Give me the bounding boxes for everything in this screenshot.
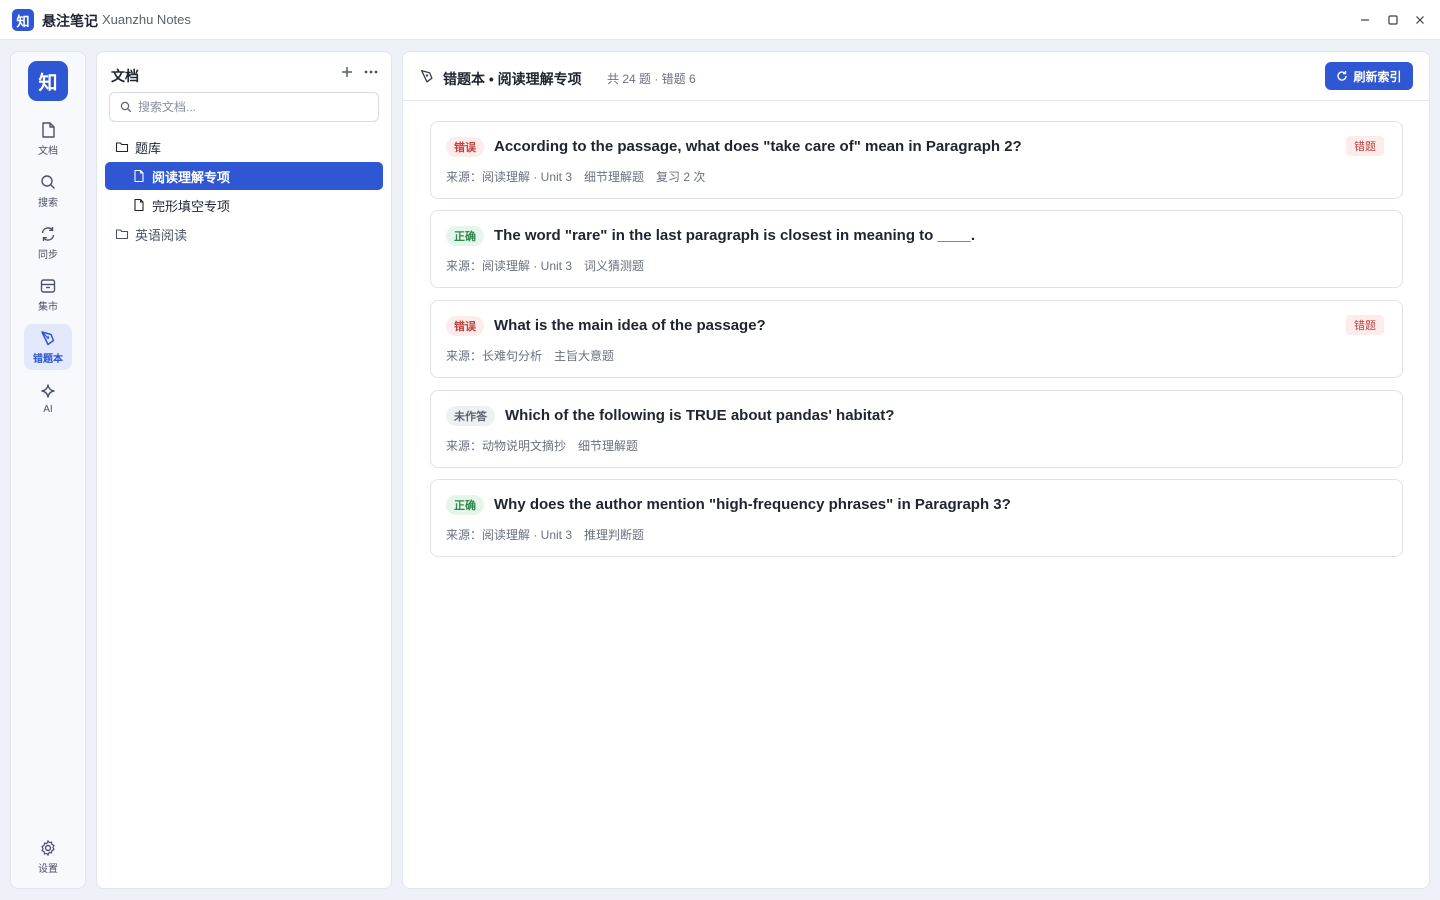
page-title: 错题本 • 阅读理解专项 bbox=[443, 71, 582, 87]
rail-label: AI bbox=[43, 404, 53, 415]
rail-item-settings[interactable]: 设置 bbox=[24, 834, 72, 880]
tree-item-label: 阅读理解专项 bbox=[152, 169, 231, 185]
market-icon bbox=[40, 279, 56, 293]
question-card[interactable]: 正确 The word "rare" in the last paragraph… bbox=[430, 210, 1403, 288]
question-source: 来源：阅读理解 · Unit 3 bbox=[446, 259, 573, 273]
plus-icon bbox=[342, 67, 352, 77]
main-panel: 错题本 • 阅读理解专项 共 24 题 · 错题 6 刷新索引 错误 Accor… bbox=[402, 51, 1430, 889]
more-options-button[interactable] bbox=[361, 62, 381, 82]
icon-rail: 知 文档 搜索 同步 集市 错题本 AI 设置 bbox=[10, 51, 86, 889]
app-title: 悬注笔记 bbox=[42, 13, 98, 29]
question-meta: 来源：阅读理解 · Unit 3 细节理解题 复习 2 次 bbox=[446, 168, 717, 185]
tree-item-label: 完形填空专项 bbox=[152, 198, 231, 214]
rail-label: 搜索 bbox=[38, 198, 58, 209]
sparkle-icon bbox=[41, 384, 55, 398]
question-source: 来源：长难句分析 bbox=[446, 349, 543, 363]
question-source: 来源：阅读理解 · Unit 3 bbox=[446, 528, 573, 542]
close-icon[interactable] bbox=[1410, 10, 1430, 30]
status-badge: 正确 bbox=[446, 495, 484, 515]
docs-search-box bbox=[109, 92, 379, 122]
status-badge: 错误 bbox=[446, 316, 484, 336]
document-icon bbox=[42, 122, 55, 138]
minimize-icon[interactable] bbox=[1355, 10, 1375, 30]
tree-item-label: 题库 bbox=[135, 140, 162, 156]
documents-panel: 文档 题库 阅读理解专项 完形填空专项 英语阅读 bbox=[96, 51, 392, 889]
rail-item-documents[interactable]: 文档 bbox=[24, 116, 72, 162]
mistake-tag: 错题 bbox=[1346, 136, 1384, 156]
mistake-tag: 错题 bbox=[1346, 315, 1384, 335]
tree-folder-item[interactable]: 题库 bbox=[105, 133, 383, 161]
pen-icon bbox=[421, 70, 433, 83]
more-icon bbox=[364, 70, 378, 74]
question-card[interactable]: 未作答 Which of the following is TRUE about… bbox=[430, 390, 1403, 468]
file-icon bbox=[134, 198, 144, 212]
question-text: Why does the author mention "high-freque… bbox=[494, 496, 1011, 513]
tree-file-item-active[interactable]: 阅读理解专项 bbox=[105, 162, 383, 190]
review-count: 复习 2 次 bbox=[656, 170, 706, 184]
search-icon bbox=[120, 101, 132, 113]
file-icon bbox=[134, 169, 144, 183]
question-text: What is the main idea of the passage? bbox=[494, 317, 766, 334]
refresh-index-button[interactable]: 刷新索引 bbox=[1325, 62, 1413, 90]
refresh-icon bbox=[1337, 71, 1348, 81]
maximize-icon[interactable] bbox=[1383, 10, 1403, 30]
folder-icon bbox=[115, 229, 129, 240]
question-meta: 来源：动物说明文摘抄 细节理解题 bbox=[446, 437, 650, 454]
question-type: 词义猜测题 bbox=[584, 259, 645, 273]
add-document-button[interactable] bbox=[337, 62, 357, 82]
question-meta: 来源：阅读理解 · Unit 3 推理判断题 bbox=[446, 526, 656, 543]
tree-item-label: 英语阅读 bbox=[135, 227, 188, 243]
rail-logo: 知 bbox=[28, 61, 68, 101]
question-type: 推理判断题 bbox=[584, 528, 645, 542]
main-header: 错题本 • 阅读理解专项 共 24 题 · 错题 6 刷新索引 bbox=[403, 52, 1429, 101]
question-text: Which of the following is TRUE about pan… bbox=[505, 407, 895, 424]
pen-icon bbox=[41, 331, 55, 346]
question-source: 来源：动物说明文摘抄 bbox=[446, 439, 567, 453]
question-stats: 共 24 题 · 错题 6 bbox=[607, 72, 696, 86]
rail-item-sync[interactable]: 同步 bbox=[24, 220, 72, 266]
status-badge: 错误 bbox=[446, 137, 484, 157]
question-type: 细节理解题 bbox=[584, 170, 645, 184]
question-meta: 来源：阅读理解 · Unit 3 词义猜测题 bbox=[446, 257, 656, 274]
gear-icon bbox=[41, 840, 55, 856]
search-icon bbox=[41, 175, 55, 189]
question-card[interactable]: 错误 What is the main idea of the passage?… bbox=[430, 300, 1403, 378]
title-bar: 知 悬注笔记 Xuanzhu Notes bbox=[0, 0, 1440, 40]
question-text: The word "rare" in the last paragraph is… bbox=[494, 227, 976, 244]
app-subtitle: Xuanzhu Notes bbox=[102, 12, 191, 27]
question-source: 来源：阅读理解 · Unit 3 bbox=[446, 170, 573, 184]
question-meta: 来源：长难句分析 主旨大意题 bbox=[446, 347, 626, 364]
rail-label: 同步 bbox=[38, 250, 58, 261]
folder-icon bbox=[115, 142, 129, 153]
rail-label: 文档 bbox=[38, 146, 58, 157]
sync-icon bbox=[41, 227, 55, 241]
question-type: 主旨大意题 bbox=[554, 349, 615, 363]
question-text: According to the passage, what does "tak… bbox=[494, 138, 1022, 155]
rail-item-ai[interactable]: AI bbox=[24, 376, 72, 422]
rail-label: 集市 bbox=[38, 302, 58, 313]
rail-item-search[interactable]: 搜索 bbox=[24, 168, 72, 214]
docs-search-input[interactable] bbox=[138, 100, 368, 114]
rail-label: 错题本 bbox=[33, 354, 63, 365]
rail-label: 设置 bbox=[38, 864, 58, 875]
rail-item-market[interactable]: 集市 bbox=[24, 272, 72, 318]
tree-file-item[interactable]: 完形填空专项 bbox=[105, 191, 383, 219]
docs-panel-title: 文档 bbox=[111, 68, 139, 84]
refresh-label: 刷新索引 bbox=[1353, 69, 1402, 84]
status-badge: 正确 bbox=[446, 226, 484, 246]
app-logo: 知 bbox=[12, 9, 34, 31]
tree-folder-item[interactable]: 英语阅读 bbox=[105, 220, 383, 248]
question-card[interactable]: 正确 Why does the author mention "high-fre… bbox=[430, 479, 1403, 557]
question-type: 细节理解题 bbox=[578, 439, 639, 453]
status-badge: 未作答 bbox=[446, 406, 495, 426]
rail-item-mistake-book[interactable]: 错题本 bbox=[24, 324, 72, 370]
question-card[interactable]: 错误 According to the passage, what does "… bbox=[430, 121, 1403, 199]
